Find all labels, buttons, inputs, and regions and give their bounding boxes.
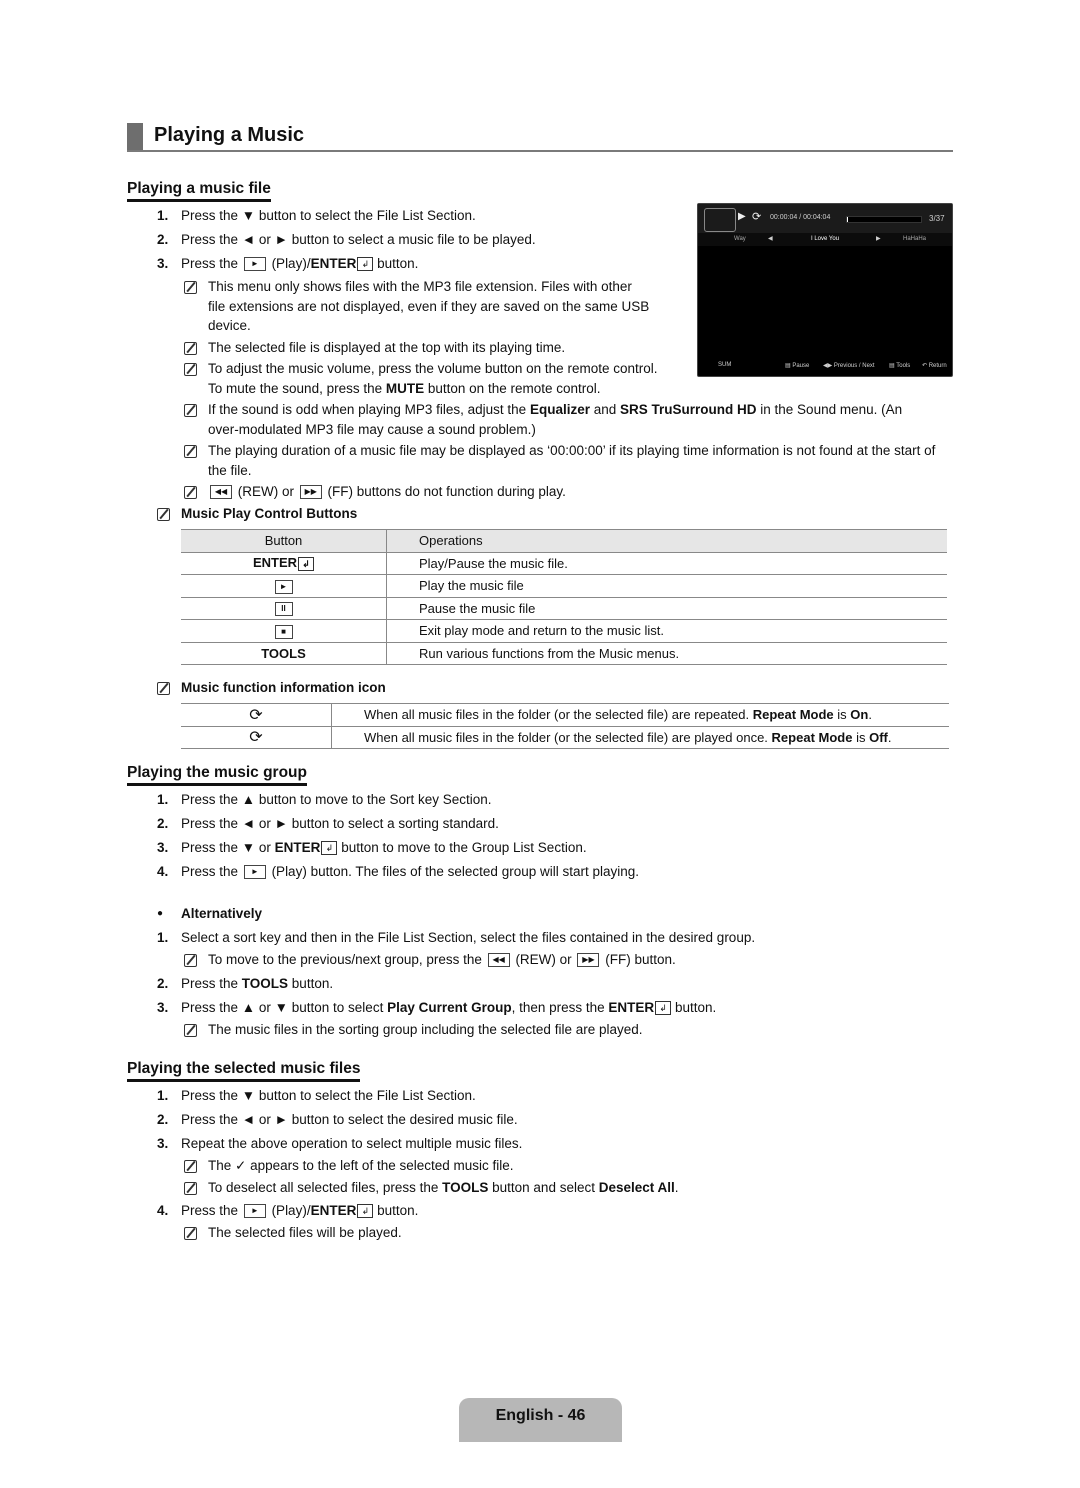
- page-title: Playing a Music: [154, 124, 305, 146]
- info-icons-table: ⟳ When all music files in the folder (or…: [181, 703, 949, 749]
- step-1: 1. Press the ▼ button to select the File …: [157, 208, 476, 223]
- note-icon: [184, 341, 197, 355]
- section-title-music-group: Playing the music group: [127, 764, 307, 786]
- note-icon: [184, 1226, 197, 1240]
- table-row: ⟳ When all music files in the folder (or…: [181, 703, 949, 727]
- prev-next-hint: ◀▶ Previous / Next: [823, 363, 875, 369]
- note-icon: [184, 1023, 197, 1037]
- track-count: 3/37: [929, 214, 945, 223]
- step-2: 2. Press the ◄ or ► button to select a mu…: [157, 232, 536, 247]
- info-icons-heading: Music function information icon: [157, 678, 386, 698]
- note-icon: [184, 953, 197, 967]
- note-icon: [184, 1159, 197, 1173]
- play-button-icon: ►: [243, 865, 266, 880]
- repeat-on-icon: ⟳: [181, 703, 332, 727]
- note-icon: [184, 403, 197, 417]
- enter-icon: ↲: [357, 257, 374, 272]
- enter-icon: ↲: [298, 557, 315, 572]
- play-icon: ►: [274, 579, 293, 594]
- note-icon: [184, 444, 197, 458]
- note-icon: [184, 1181, 197, 1195]
- alt-step-1: 1. Select a sort key and then in the File…: [157, 930, 756, 945]
- repeat-off-icon: ⟳: [181, 726, 332, 749]
- ff-icon: ▶▶: [577, 953, 600, 968]
- controls-table: Button Operations ENTER ↲ Play/Pause the …: [181, 529, 947, 665]
- progress-fill: [847, 217, 849, 222]
- play-time: 00:00:04 / 00:04:04: [770, 214, 831, 221]
- note-rew-ff: ◀◀ (REW) or ▶▶ (FF) buttons do not funct…: [184, 482, 566, 502]
- alternatively-heading: ● Alternatively: [157, 906, 263, 921]
- table-row: ⟳ When all music files in the folder (or…: [181, 726, 949, 749]
- play-button-icon: ►: [243, 1204, 266, 1219]
- track-current: I Love You: [811, 236, 840, 242]
- alt-step-3: 3. Press the ▲ or ▼ button to select Play…: [157, 1000, 717, 1016]
- note-prev-next-group: To move to the previous/next group, pres…: [184, 951, 676, 969]
- rew-icon: ◀◀: [487, 953, 510, 968]
- ff-icon: ▶▶: [299, 485, 322, 500]
- note-icon: [184, 280, 197, 294]
- table-row: II Pause the music file: [181, 597, 947, 620]
- step-2: 2. Press the ◄ or ► button to select a so…: [157, 816, 499, 831]
- next-arrow-icon: ▶: [876, 236, 881, 242]
- step-3: 3. Press the ► (Play)/ENTER ↲ button.: [157, 256, 419, 272]
- track-next: HaHaHa: [903, 236, 927, 242]
- note-icon: [157, 681, 170, 695]
- play-icon: ▶: [738, 211, 746, 222]
- note-sorting-group: The music files in the sorting group inc…: [184, 1021, 643, 1039]
- return-hint: ↶ Return: [922, 363, 947, 369]
- table-row: TOOLS Run various functions from the Mus…: [181, 642, 947, 665]
- step-4: 4. Press the ► (Play) button. The files o…: [157, 864, 640, 880]
- note-selected-file: The selected file is displayed at the to…: [184, 338, 565, 358]
- table-header: Button Operations: [181, 529, 947, 553]
- note-selected-played: The selected files will be played.: [184, 1224, 402, 1242]
- player-status-bar: ▶ ⟳ 00:00:04 / 00:04:04 3/37: [698, 204, 952, 233]
- track-list-bar: Way ◀ I Love You ▶ HaHaHa: [698, 233, 952, 246]
- track-prev: Way: [734, 236, 746, 242]
- note-volume: To adjust the music volume, press the vo…: [184, 359, 657, 396]
- album-thumbnail: [704, 208, 736, 232]
- step-1: 1. Press the ▲ button to move to the Sort…: [157, 792, 492, 807]
- enter-icon: ↲: [655, 1001, 672, 1016]
- table-row: ENTER ↲ Play/Pause the music file.: [181, 552, 947, 575]
- section-title-selected-files: Playing the selected music files: [127, 1060, 361, 1082]
- table-row: ■ Exit play mode and return to the music…: [181, 619, 947, 643]
- music-player-screenshot: ▶ ⟳ 00:00:04 / 00:04:04 3/37 Way ◀ I Lov…: [697, 203, 953, 377]
- step-4: 4. Press the ► (Play)/ENTER ↲ button.: [157, 1203, 419, 1219]
- note-icon: [184, 485, 197, 499]
- step-2: 2. Press the ◄ or ► button to select the …: [157, 1112, 518, 1127]
- enter-icon: ↲: [321, 841, 338, 856]
- player-hint-bar: SUM ▤ Pause ◀▶ Previous / Next ▤ Tools ↶…: [698, 360, 952, 372]
- step-1: 1. Press the ▼ button to select the File …: [157, 1088, 476, 1103]
- play-button-icon: ►: [243, 257, 266, 272]
- enter-icon: ↲: [357, 1204, 374, 1219]
- title-marker: [127, 123, 143, 150]
- note-icon: [184, 362, 197, 376]
- pause-hint: ▤ Pause: [785, 363, 810, 369]
- alt-step-2: 2. Press the TOOLS button.: [157, 976, 334, 991]
- page-title-bar: Playing a Music: [127, 123, 953, 152]
- tools-hint: ▤ Tools: [889, 363, 911, 369]
- table-row: ► Play the music file: [181, 574, 947, 598]
- section-title-music-file: Playing a music file: [127, 180, 271, 202]
- note-checkmark: The ✓ appears to the left of the selecte…: [184, 1157, 514, 1175]
- pause-icon: II: [274, 602, 293, 617]
- controls-heading: Music Play Control Buttons: [157, 504, 357, 524]
- note-sound: If the sound is odd when playing MP3 fil…: [184, 400, 902, 437]
- note-mp3: This menu only shows files with the MP3 …: [184, 277, 649, 333]
- device-name: SUM: [718, 362, 732, 368]
- step-3: 3. Repeat the above operation to select m…: [157, 1136, 523, 1151]
- step-3: 3. Press the ▼ or ENTER ↲ button to move t…: [157, 840, 587, 856]
- prev-arrow-icon: ◀: [768, 236, 773, 242]
- repeat-icon: ⟳: [752, 211, 762, 223]
- checkmark-icon: ✓: [235, 1158, 247, 1173]
- stop-icon: ■: [274, 624, 293, 639]
- page-number-tab: English - 46: [459, 1398, 622, 1442]
- progress-bar: [846, 216, 922, 223]
- note-deselect: To deselect all selected files, press th…: [184, 1179, 679, 1197]
- note-duration: The playing duration of a music file may…: [184, 441, 935, 478]
- note-icon: [157, 507, 170, 521]
- rew-icon: ◀◀: [210, 485, 232, 500]
